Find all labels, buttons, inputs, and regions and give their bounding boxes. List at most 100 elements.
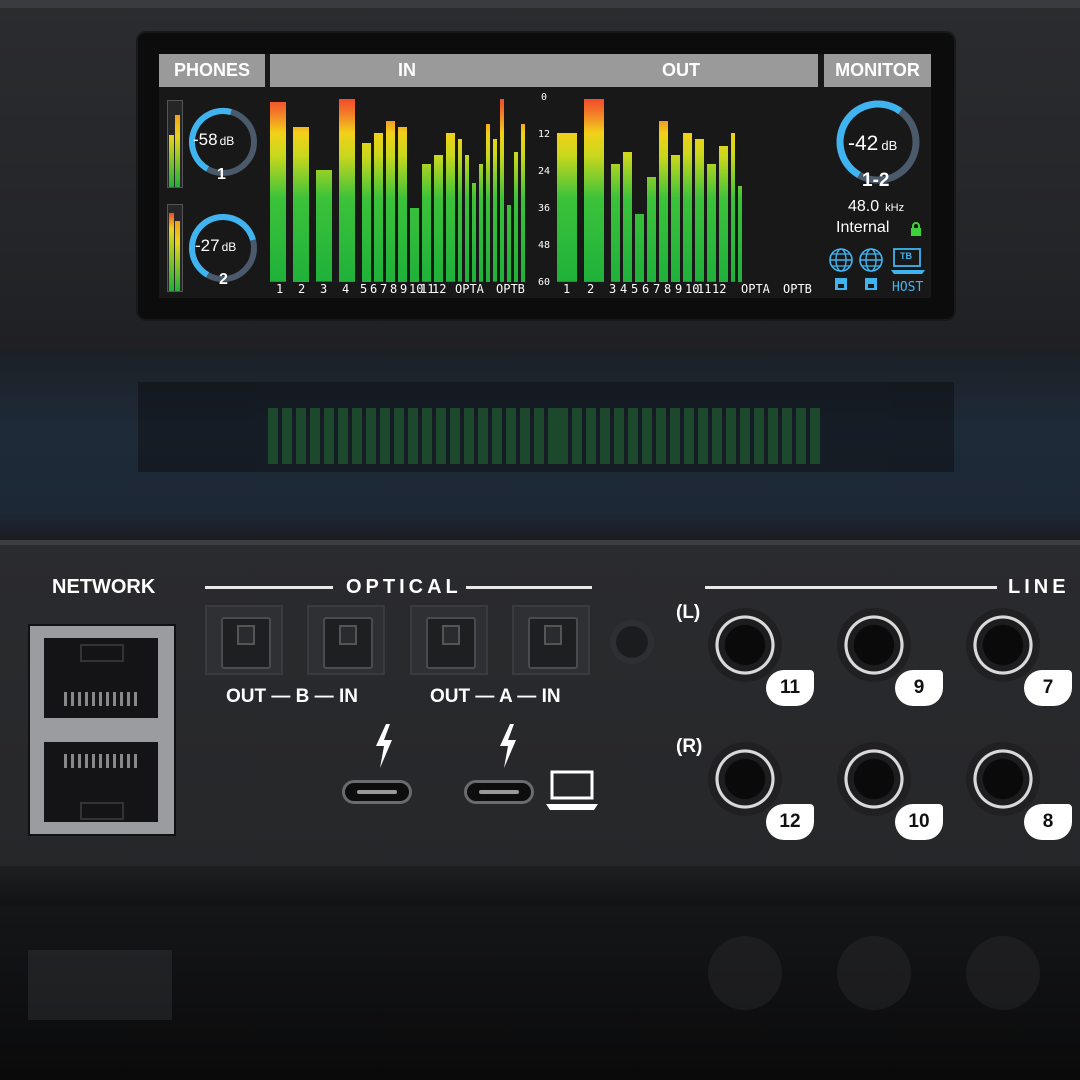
thunderbolt-port-1[interactable] (342, 780, 412, 804)
host-label: HOST (892, 280, 924, 295)
in-meter-22 (521, 123, 525, 282)
monitor-channel: 1-2 (862, 170, 890, 191)
reflected-out-meters (558, 408, 820, 464)
phones-1-meter-left (169, 135, 174, 187)
out-label-12: 12 (712, 282, 727, 296)
in-label-8: 8 (390, 282, 398, 296)
line-label: LINE (1008, 576, 1070, 598)
scale-tick-24: 24 (537, 166, 551, 177)
optical-a-in-port[interactable] (512, 605, 590, 675)
phones-2-unit: dB (221, 240, 237, 254)
network-port-2[interactable] (44, 742, 158, 822)
in-meter-9 (410, 207, 419, 282)
optical-a-out-label: OUT (430, 686, 471, 707)
out-meter-1 (557, 133, 577, 282)
line-jack-7[interactable] (966, 608, 1040, 682)
out-label-opta: OPTA (741, 282, 770, 296)
out-meter-4 (623, 151, 632, 282)
line-jack-11[interactable] (708, 608, 782, 682)
line-jack-10-tag: 10 (895, 804, 943, 840)
in-meter-7 (386, 120, 395, 282)
in-meter-12 (446, 133, 455, 282)
line-jack-9[interactable] (837, 608, 911, 682)
in-meter-13 (458, 139, 462, 282)
out-meter-12 (719, 145, 728, 282)
optical-label: OPTICAL (346, 576, 462, 598)
header-out: OUT (662, 60, 700, 80)
optical-b-out-port[interactable] (205, 605, 283, 675)
thunderbolt-icon-1 (376, 724, 392, 768)
scale-tick-36: 36 (537, 203, 551, 214)
out-label-6: 6 (642, 282, 650, 296)
network-globe-icon-2 (859, 248, 883, 290)
network-globe-icon-1 (829, 248, 853, 290)
optical-b-port-label: B (295, 686, 310, 707)
line-jack-7-tag: 7 (1024, 670, 1072, 706)
in-meter-15 (472, 182, 476, 282)
in-label-opta: OPTA (455, 282, 484, 296)
out-label-7: 7 (653, 282, 661, 296)
lcd-display: PHONES IN OUT MONITOR -58 dB 1 -27 dB 2 01… (159, 54, 931, 298)
phones-2-meter (167, 204, 183, 292)
in-label-12: 12 (432, 282, 447, 296)
in-meter-2 (293, 127, 309, 282)
phones-2-meter-right (175, 221, 180, 291)
header-in-out: IN OUT (270, 54, 818, 87)
phones-1-value: -58 dB (193, 130, 234, 150)
in-meter-8 (398, 127, 407, 282)
line-right-label: (R) (676, 736, 703, 757)
display-reflection (138, 382, 954, 472)
rear-panel-bottom (0, 866, 1080, 906)
line-jack-10[interactable] (837, 742, 911, 816)
header-phones: PHONES (159, 54, 265, 87)
in-label-3: 3 (320, 282, 328, 296)
input-channel-labels: 1 2 3 4 5 6 7 8 9 10 11 12 OPTA OPTB (270, 282, 532, 298)
out-label-8: 8 (664, 282, 672, 296)
sample-rate-unit: kHz (885, 202, 905, 214)
out-meter-2 (584, 99, 604, 282)
in-meter-20 (507, 204, 511, 282)
line-left-label: (L) (676, 602, 701, 623)
out-meter-9 (683, 133, 692, 282)
thunderbolt-icon-2 (500, 724, 516, 768)
phones-section: -58 dB 1 -27 dB 2 (163, 92, 265, 298)
line-jack-8[interactable] (966, 742, 1040, 816)
output-channel-labels: 1 2 3 4 5 6 7 8 9 10 11 12 OPTA OPTB (557, 282, 819, 298)
in-label-7: 7 (380, 282, 388, 296)
line-jack-12[interactable] (708, 742, 782, 816)
in-label-1: 1 (276, 282, 284, 296)
optical-b-in-port[interactable] (307, 605, 385, 675)
phones-1-meter-right (175, 115, 180, 187)
in-meter-17 (486, 123, 490, 282)
optical-b-caption: OUT — B — IN (226, 686, 358, 707)
db-scale: 0 12 24 36 48 60 (533, 92, 557, 292)
line-rule (705, 586, 997, 589)
out-meter-10 (695, 139, 704, 282)
reflected-jack-10 (837, 936, 911, 1010)
thunderbolt-port-2[interactable] (464, 780, 534, 804)
floor-reflection (0, 906, 1080, 1080)
optical-rule-left (205, 586, 333, 589)
out-meter-6 (647, 176, 656, 282)
input-meters (270, 96, 532, 282)
optical-a-out-port[interactable] (410, 605, 488, 675)
ground-screw (610, 620, 654, 664)
network-ports (28, 624, 176, 836)
phones-1-channel: 1 (217, 166, 226, 183)
out-meter-5 (635, 213, 644, 282)
in-meter-1 (270, 102, 286, 282)
in-meter-21 (514, 151, 518, 282)
scale-tick-48: 48 (537, 240, 551, 251)
phones-1-meter (167, 100, 183, 188)
scale-tick-60: 60 (537, 277, 551, 288)
optical-b-out-label: OUT (226, 686, 267, 707)
monitor-db: -42 (848, 132, 879, 155)
reflected-network-ports (28, 950, 172, 1020)
in-meter-14 (465, 154, 469, 282)
out-meter-3 (611, 164, 620, 282)
phones-2-channel: 2 (219, 271, 228, 288)
tb-label: TB (900, 251, 912, 261)
in-label-5: 5 (360, 282, 368, 296)
network-port-1[interactable] (44, 638, 158, 718)
network-label: NETWORK (52, 576, 156, 598)
